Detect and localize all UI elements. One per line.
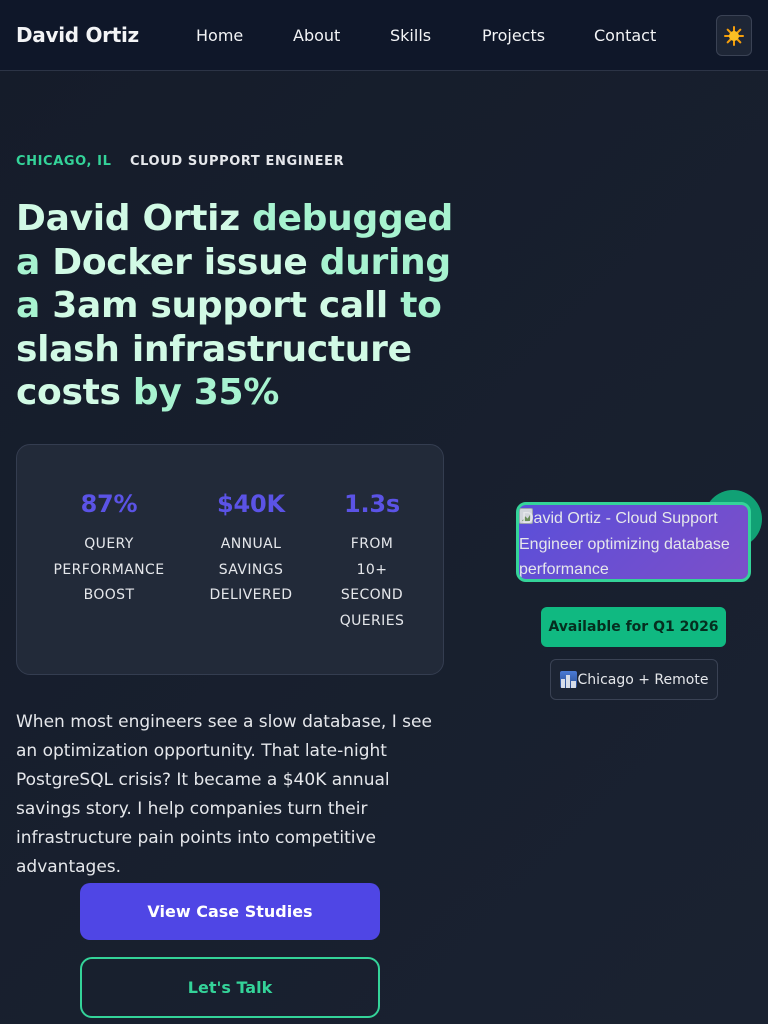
stat-annual-savings: $40K ANNUAL SAVINGS DELIVERED	[199, 490, 303, 609]
nav-home[interactable]: Home	[196, 26, 243, 45]
cityscape-icon	[559, 671, 577, 688]
view-case-studies-button[interactable]: View Case Studies	[80, 883, 380, 940]
location-eyebrow: CHICAGO, IL	[16, 154, 112, 169]
profile-visual: David Ortiz - Cloud Support Engineer opt…	[516, 490, 762, 585]
role-eyebrow: CLOUD SUPPORT ENGINEER	[130, 154, 345, 169]
location-badge: Chicago + Remote	[550, 659, 718, 700]
stat-query-time: 1.3s FROM 10+ SECOND QUERIES	[329, 490, 415, 634]
nav-skills[interactable]: Skills	[390, 26, 431, 45]
headline-name: David Ortiz	[16, 198, 240, 239]
site-header: David Ortiz Home About Skills Projects C…	[0, 0, 768, 71]
lets-talk-button[interactable]: Let's Talk	[80, 957, 380, 1018]
profile-image: David Ortiz - Cloud Support Engineer opt…	[516, 502, 751, 582]
hero-headline: David Ortiz debugged a Docker issue duri…	[16, 198, 454, 413]
stat-value: 87%	[80, 490, 138, 518]
theme-toggle-button[interactable]	[716, 15, 752, 56]
stat-label: ANNUAL SAVINGS DELIVERED	[209, 536, 293, 604]
stat-label: QUERY PERFORMANCE BOOST	[53, 536, 165, 604]
stat-query-boost: 87% QUERY PERFORMANCE BOOST	[45, 490, 173, 609]
stat-label: FROM 10+ SECOND QUERIES	[339, 536, 405, 629]
nav-contact[interactable]: Contact	[594, 26, 656, 45]
stat-value: $40K	[217, 490, 285, 518]
profile-image-alt: David Ortiz - Cloud Support Engineer opt…	[519, 510, 730, 578]
nav-projects[interactable]: Projects	[482, 26, 545, 45]
nav-about[interactable]: About	[293, 26, 340, 45]
stat-value: 1.3s	[343, 490, 400, 518]
brand-name[interactable]: David Ortiz	[16, 23, 139, 47]
location-label: Chicago + Remote	[577, 671, 709, 688]
sun-icon	[724, 25, 744, 46]
intro-paragraph: When most engineers see a slow database,…	[16, 712, 432, 877]
stats-card: 87% QUERY PERFORMANCE BOOST $40K ANNUAL …	[16, 444, 444, 675]
availability-badge: Available for Q1 2026	[541, 607, 726, 647]
